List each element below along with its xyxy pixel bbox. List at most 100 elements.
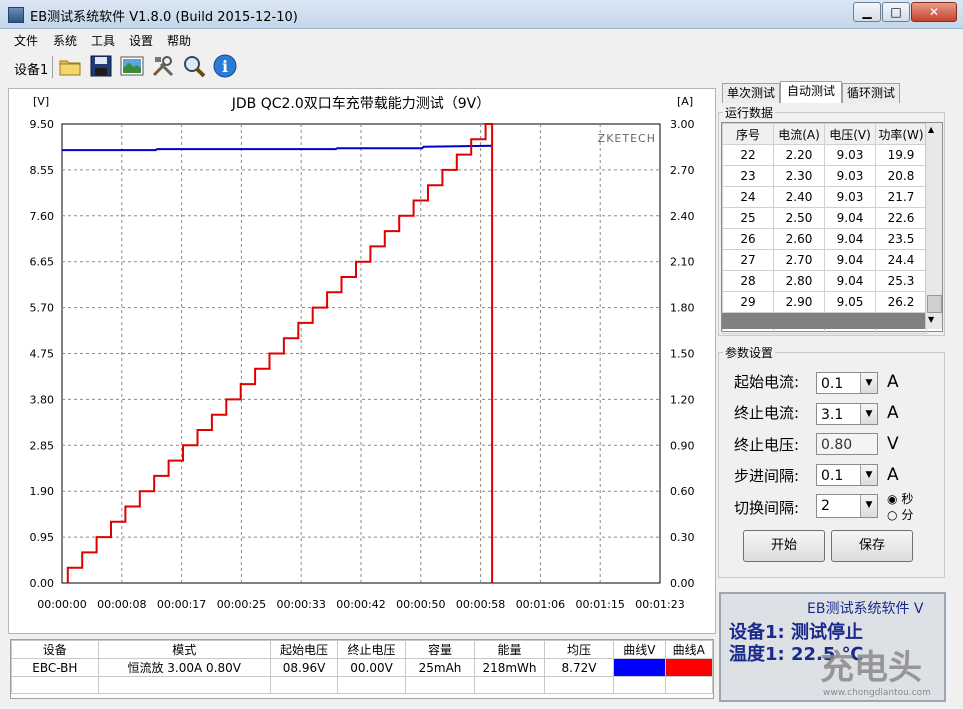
watermark-url: www.chongdiantou.com: [823, 688, 931, 698]
run-data-cell: 9.03: [824, 144, 876, 166]
minimize-button[interactable]: ▁: [853, 2, 881, 22]
switch-interval-value: 2: [821, 498, 830, 514]
y-right-tick-label: 2.40: [670, 210, 695, 223]
end-current-label: 终止电流:: [734, 404, 800, 422]
image-icon[interactable]: [120, 54, 144, 78]
end-current-value: 3.1: [821, 407, 844, 423]
curve-a-swatch[interactable]: [664, 658, 714, 677]
run-table-empty-area: [722, 313, 925, 329]
x-tick-label: 00:00:42: [336, 598, 385, 611]
run-data-cell: 9.05: [824, 291, 876, 313]
y-left-tick-label: 4.75: [30, 348, 55, 361]
close-button[interactable]: ✕: [911, 2, 957, 22]
radio-minutes-label: 分: [901, 508, 914, 522]
run-data-cell: 19.9: [875, 144, 927, 166]
run-data-row: 23 2.30 9.03 20.8: [722, 165, 927, 187]
start-current-select[interactable]: 0.1 ▼: [816, 372, 878, 394]
summary-header-device: 设备: [11, 640, 99, 659]
summary-table: 设备 模式 起始电压 终止电压 容量 能量 均压 曲线V 曲线A EBC-BH …: [10, 639, 714, 699]
chevron-down-icon[interactable]: ▼: [860, 495, 877, 517]
run-data-rows: 22 2.20 9.03 19.9 23 2.30 9.03 20.8 24 2.40 9.03 21…: [722, 144, 927, 334]
run-data-row: 25 2.50 9.04 22.6: [722, 207, 927, 229]
start-button[interactable]: 开始: [743, 530, 825, 562]
summary-cell-end-voltage: 00.00V: [337, 658, 406, 677]
curve-v-swatch[interactable]: [613, 658, 666, 677]
run-data-cell: 2.30: [773, 165, 825, 187]
y-left-tick-label: 8.55: [30, 164, 55, 177]
summary-cell-mode: 恒流放 3.00A 0.80V: [97, 658, 271, 677]
y-left-tick-label: 6.65: [30, 256, 55, 269]
chevron-down-icon[interactable]: ▼: [860, 373, 877, 393]
summary-cell-energy: 218mWh: [474, 658, 545, 677]
summary-empty-cell: [613, 676, 666, 694]
y-right-tick-label: 2.10: [670, 256, 695, 269]
maximize-button[interactable]: □: [882, 2, 910, 22]
run-data-cell: 25: [722, 207, 774, 229]
tab-single-test[interactable]: 单次测试: [722, 83, 780, 103]
run-data-cell: 9.04: [824, 207, 876, 229]
scroll-thumb[interactable]: [927, 295, 942, 313]
run-data-row: 29 2.90 9.05 26.2: [722, 291, 927, 313]
run-table-scrollbar[interactable]: ▲ ▼: [925, 123, 942, 329]
y-right-tick-label: 1.50: [670, 348, 695, 361]
radio-unselected-icon[interactable]: ○: [887, 508, 897, 522]
device-selector[interactable]: 设备1: [14, 59, 48, 78]
run-data-cell: 24: [722, 186, 774, 208]
watermark-logo: 充电头: [820, 648, 922, 688]
menu-system[interactable]: 系统: [53, 32, 77, 49]
switch-interval-label: 切换间隔:: [734, 499, 800, 517]
save-icon[interactable]: [89, 54, 113, 78]
run-data-cell: 28: [722, 270, 774, 292]
summary-header-curve-a: 曲线A: [664, 640, 714, 659]
end-voltage-field[interactable]: 0.80: [816, 433, 878, 455]
menu-bar: 文件 系统 工具 设置 帮助: [0, 29, 963, 49]
summary-header-energy: 能量: [474, 640, 545, 659]
tab-auto-test[interactable]: 自动测试: [780, 81, 842, 103]
switch-interval-select[interactable]: 2 ▼: [816, 494, 878, 518]
radio-seconds[interactable]: ◉ 秒: [887, 490, 913, 507]
menu-help[interactable]: 帮助: [167, 32, 191, 49]
run-data-cell: 29: [722, 291, 774, 313]
info-icon[interactable]: i: [213, 54, 237, 78]
x-tick-label: 00:00:00: [37, 598, 86, 611]
save-button[interactable]: 保存: [831, 530, 913, 562]
summary-header-start-voltage: 起始电压: [269, 640, 339, 659]
end-voltage-label: 终止电压:: [734, 436, 800, 454]
run-data-cell: 2.80: [773, 270, 825, 292]
start-current-label: 起始电流:: [734, 373, 800, 391]
x-tick-label: 00:01:23: [635, 598, 684, 611]
summary-empty-cell: [337, 676, 406, 694]
step-interval-value: 0.1: [821, 468, 844, 484]
run-data-cell: 2.40: [773, 186, 825, 208]
radio-minutes[interactable]: ○ 分: [887, 506, 913, 523]
y-right-tick-label: 3.00: [670, 118, 695, 131]
run-data-cell: 9.04: [824, 270, 876, 292]
summary-header-capacity: 容量: [404, 640, 476, 659]
end-current-select[interactable]: 3.1 ▼: [816, 403, 878, 425]
folder-icon[interactable]: [58, 54, 82, 78]
menu-settings[interactable]: 设置: [129, 32, 153, 49]
y-right-tick-label: 0.30: [670, 531, 695, 544]
step-interval-select[interactable]: 0.1 ▼: [816, 464, 878, 486]
summary-empty-cell: [404, 676, 476, 694]
chevron-down-icon[interactable]: ▼: [860, 465, 877, 485]
run-data-cell: 20.8: [875, 165, 927, 187]
x-tick-label: 00:00:08: [97, 598, 146, 611]
y-left-unit: [V]: [33, 95, 49, 108]
tab-cycle-test[interactable]: 循环测试: [842, 83, 900, 103]
run-data-cell: 9.03: [824, 186, 876, 208]
summary-header-end-voltage: 终止电压: [337, 640, 406, 659]
radio-selected-icon[interactable]: ◉: [887, 492, 897, 506]
menu-tools[interactable]: 工具: [91, 32, 115, 49]
y-left-tick-label: 5.70: [30, 302, 55, 315]
run-data-cell: 2.60: [773, 228, 825, 250]
search-icon[interactable]: [182, 54, 206, 78]
menu-file[interactable]: 文件: [14, 32, 38, 49]
summary-empty-cell: [97, 676, 271, 694]
chevron-down-icon[interactable]: ▼: [860, 404, 877, 424]
tools-icon[interactable]: [151, 54, 175, 78]
x-tick-label: 00:01:15: [575, 598, 624, 611]
scroll-down-icon[interactable]: ▼: [928, 315, 934, 324]
scroll-up-icon[interactable]: ▲: [928, 125, 934, 134]
run-data-cell: 2.90: [773, 291, 825, 313]
